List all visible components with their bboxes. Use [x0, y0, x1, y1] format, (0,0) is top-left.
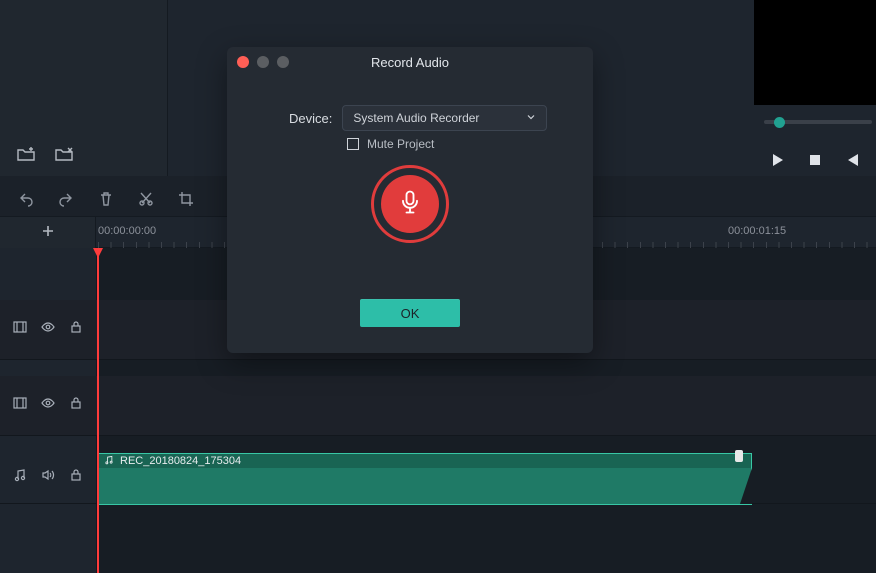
track-lock-icon[interactable] [69, 468, 83, 487]
folder-add-icon[interactable] [16, 145, 36, 170]
record-audio-dialog: Record Audio Device: System Audio Record… [227, 47, 593, 353]
crop-icon[interactable] [178, 191, 194, 212]
mute-project-checkbox[interactable] [347, 138, 359, 150]
audio-clip[interactable]: REC_20180824_175304 [97, 453, 752, 505]
folder-remove-icon[interactable] [54, 145, 74, 170]
track-lock-icon[interactable] [69, 320, 83, 339]
preview-seek-knob[interactable] [774, 117, 785, 128]
timecode-1: 00:00:01:15 [728, 225, 786, 237]
device-label: Device: [289, 111, 332, 126]
play-icon[interactable] [770, 153, 784, 172]
track-lock-icon[interactable] [69, 396, 83, 415]
record-button[interactable] [371, 165, 449, 243]
chevron-down-icon [526, 111, 536, 125]
add-track-icon[interactable] [41, 224, 55, 243]
redo-icon[interactable] [58, 191, 74, 212]
undo-icon[interactable] [18, 191, 34, 212]
clip-end-marker[interactable] [735, 450, 743, 462]
clip-name: REC_20180824_175304 [120, 455, 241, 467]
step-back-icon[interactable] [846, 153, 860, 172]
stop-icon[interactable] [808, 153, 822, 172]
track-music-icon[interactable] [13, 468, 27, 487]
device-select[interactable]: System Audio Recorder [342, 105, 547, 131]
timecode-start: 00:00:00:00 [98, 225, 156, 237]
preview-seekbar[interactable] [764, 120, 872, 124]
preview-monitor [754, 0, 876, 105]
clip-music-icon [104, 455, 114, 468]
window-close-icon[interactable] [237, 56, 249, 68]
ok-button-label: OK [401, 306, 420, 321]
ok-button[interactable]: OK [360, 299, 460, 327]
track-filmstrip-icon[interactable] [13, 320, 27, 339]
microphone-icon [396, 188, 424, 221]
track-volume-icon[interactable] [41, 468, 55, 487]
mute-project-label: Mute Project [367, 137, 434, 151]
playhead-line[interactable] [97, 248, 99, 573]
track-visibility-icon[interactable] [41, 320, 55, 339]
delete-icon[interactable] [98, 191, 114, 212]
window-maximize-icon[interactable] [277, 56, 289, 68]
window-minimize-icon[interactable] [257, 56, 269, 68]
device-select-value: System Audio Recorder [353, 111, 479, 125]
playhead-handle[interactable] [93, 248, 103, 258]
cut-icon[interactable] [138, 191, 154, 212]
track-visibility-icon[interactable] [41, 396, 55, 415]
track-filmstrip-icon[interactable] [13, 396, 27, 415]
dialog-title: Record Audio [371, 55, 449, 70]
